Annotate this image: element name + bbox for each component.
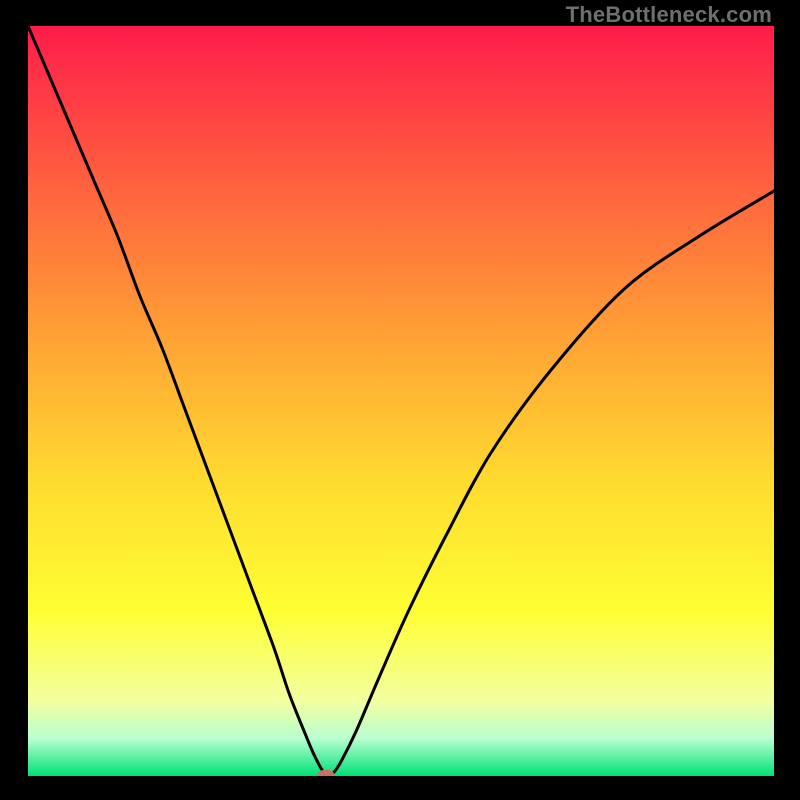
gradient-background: [28, 26, 774, 776]
chart-frame: TheBottleneck.com: [0, 0, 800, 800]
watermark-text: TheBottleneck.com: [566, 2, 772, 28]
plot-area: [28, 26, 774, 776]
gradient-plot-svg: [28, 26, 774, 776]
optimal-point-marker: [318, 770, 335, 776]
